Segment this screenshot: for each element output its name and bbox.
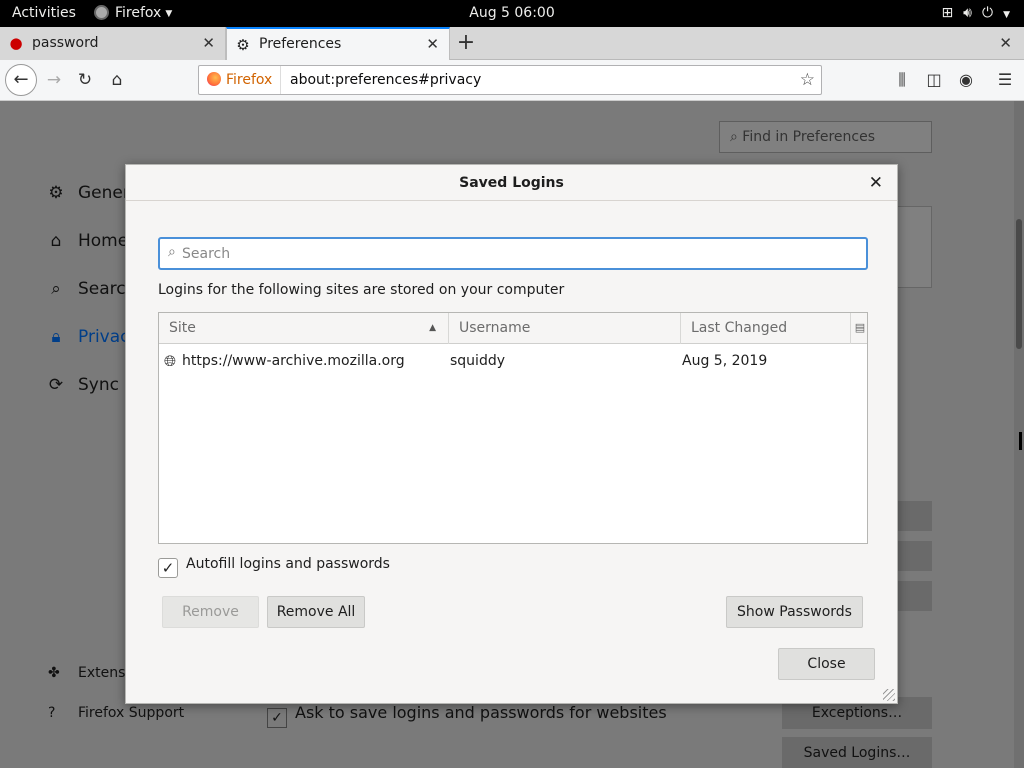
autofill-label: Autofill logins and passwords xyxy=(186,556,390,572)
row-username: squiddy xyxy=(450,353,506,369)
volume-icon: 🔊︎ xyxy=(963,5,972,21)
url-bar[interactable]: Firefox about:preferences#privacy ☆ xyxy=(198,65,822,95)
gear-icon: ⚙ xyxy=(236,36,250,54)
dialog-title: Saved Logins xyxy=(459,175,564,191)
url-text[interactable]: about:preferences#privacy xyxy=(290,66,481,94)
sort-ascending-icon: ▲ xyxy=(429,323,436,333)
firefox-icon xyxy=(94,5,109,20)
autofill-checkbox[interactable]: ✓ Autofill logins and passwords xyxy=(158,556,390,578)
table-header: Site ▲ Username Last Changed ▤ xyxy=(159,313,867,344)
firefox-icon xyxy=(207,72,221,86)
remove-button[interactable]: Remove xyxy=(162,596,259,628)
pref-nav-label: Sync xyxy=(78,375,119,395)
column-header-last-changed[interactable]: Last Changed xyxy=(681,313,851,344)
tab-label: password xyxy=(32,35,99,51)
bookmark-star-icon[interactable]: ☆ xyxy=(800,66,815,94)
checkmark-icon: ✓ xyxy=(267,708,287,728)
column-picker-icon[interactable]: ▤ xyxy=(853,321,867,335)
window-close-button[interactable]: ✕ xyxy=(999,27,1012,60)
close-button[interactable]: Close xyxy=(778,648,875,680)
checkmark-icon: ✓ xyxy=(158,558,178,578)
caret-down-icon: ▼ xyxy=(1003,10,1010,20)
account-icon[interactable]: ◉ xyxy=(955,70,977,89)
search-icon: ⌕ xyxy=(730,129,743,145)
row-last-changed: Aug 5, 2019 xyxy=(682,353,768,369)
sync-icon: ⟳ xyxy=(48,375,64,395)
reload-button[interactable]: ↻ xyxy=(71,66,99,94)
saved-logins-dialog: Saved Logins ✕ ⌕ Logins for the followin… xyxy=(125,164,898,704)
search-input[interactable] xyxy=(182,241,862,266)
tab-preferences[interactable]: ⚙ Preferences ✕ xyxy=(226,27,450,60)
table-row[interactable]: 🌐︎ https://www-archive.mozilla.org squid… xyxy=(159,345,867,377)
gnome-top-bar: Activities Firefox ▼ Aug 5 06:00 ⊞ 🔊︎ ⏻ ▼ xyxy=(0,0,1024,27)
pref-nav-label: Home xyxy=(78,231,129,251)
find-placeholder: Find in Preferences xyxy=(742,129,875,145)
power-icon: ⏻ xyxy=(982,5,994,21)
ask-to-save-label: Ask to save logins and passwords for web… xyxy=(295,703,667,722)
logins-table[interactable]: Site ▲ Username Last Changed ▤ 🌐︎ https:/… xyxy=(158,312,868,544)
close-icon[interactable]: ✕ xyxy=(869,165,883,201)
scrollbar-thumb[interactable] xyxy=(1016,219,1022,349)
column-header-username[interactable]: Username xyxy=(449,313,681,344)
caret-down-icon: ▼ xyxy=(165,9,173,19)
pref-nav-support[interactable]: ? Firefox Support xyxy=(48,705,184,721)
activities-button[interactable]: Activities xyxy=(12,0,76,27)
intro-text: Logins for the following sites are store… xyxy=(158,282,565,298)
navigation-toolbar: ← → ↻ ⌂ Firefox about:preferences#privac… xyxy=(0,60,1024,101)
show-passwords-button[interactable]: Show Passwords xyxy=(726,596,863,628)
column-header-site[interactable]: Site ▲ xyxy=(159,313,449,344)
row-site: https://www-archive.mozilla.org xyxy=(182,353,405,369)
search-icon: ⌕ xyxy=(51,279,61,299)
new-tab-button[interactable]: + xyxy=(455,27,477,60)
pref-nav-search[interactable]: ⌕ Search xyxy=(44,279,136,299)
app-menu[interactable]: Firefox ▼ xyxy=(94,0,172,27)
ask-to-save-checkbox[interactable]: ✓ Ask to save logins and passwords for we… xyxy=(267,703,667,728)
home-button[interactable]: ⌂ xyxy=(103,66,131,94)
lock-icon: 🔒︎ xyxy=(51,327,61,347)
hamburger-menu-icon[interactable]: ☰ xyxy=(994,70,1016,89)
pref-nav-sync[interactable]: ⟳ Sync xyxy=(44,375,119,395)
identity-box[interactable]: Firefox xyxy=(199,66,282,94)
pref-nav-home[interactable]: ⌂ Home xyxy=(44,231,129,251)
tab-password[interactable]: ● password ✕ xyxy=(0,27,226,60)
globe-icon: 🌐︎ xyxy=(163,352,176,370)
close-tab-icon[interactable]: ✕ xyxy=(202,27,215,60)
sidebar-icon[interactable]: ◫ xyxy=(923,70,945,89)
tab-bar: ● password ✕ ⚙ Preferences ✕ + ✕ xyxy=(0,27,1024,60)
redhat-icon: ● xyxy=(9,34,23,52)
gear-icon: ⚙ xyxy=(48,183,64,203)
identity-label: Firefox xyxy=(226,72,273,88)
search-field[interactable]: ⌕ xyxy=(158,237,868,270)
find-in-preferences-input[interactable]: ⌕ Find in Preferences xyxy=(719,121,932,153)
dialog-header: Saved Logins ✕ xyxy=(126,165,897,201)
resize-grip[interactable] xyxy=(883,689,895,701)
search-icon: ⌕ xyxy=(168,244,176,260)
app-menu-label: Firefox xyxy=(115,5,162,21)
mouse-cursor xyxy=(1019,432,1022,450)
clock[interactable]: Aug 5 06:00 xyxy=(469,5,555,21)
close-tab-icon[interactable]: ✕ xyxy=(426,29,439,60)
puzzle-icon: ✤ xyxy=(48,665,60,681)
network-icon: ⊞ xyxy=(941,5,954,21)
column-label: Site xyxy=(169,320,196,336)
saved-logins-button[interactable]: Saved Logins… xyxy=(782,737,932,768)
help-icon: ? xyxy=(48,705,56,721)
library-icon[interactable]: ⫼ xyxy=(891,70,913,90)
system-menu[interactable]: ⊞ 🔊︎ ⏻ ▼ xyxy=(931,0,1010,27)
tab-label: Preferences xyxy=(259,36,342,52)
remove-all-button[interactable]: Remove All xyxy=(267,596,365,628)
pref-nav-label: Firefox Support xyxy=(78,705,185,721)
forward-button[interactable]: → xyxy=(40,66,68,94)
back-button[interactable]: ← xyxy=(5,64,37,96)
home-icon: ⌂ xyxy=(50,231,62,251)
